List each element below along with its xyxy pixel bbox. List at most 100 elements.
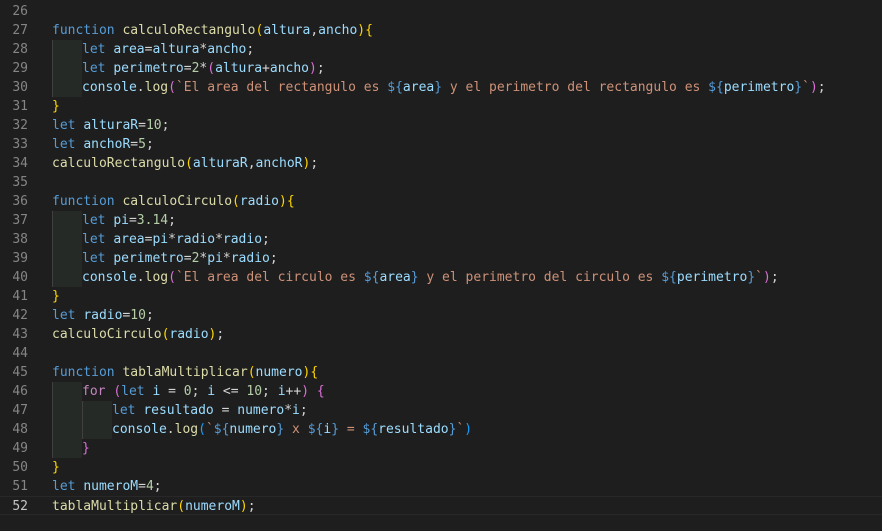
code-token: ;	[316, 61, 325, 76]
code-token: log	[144, 80, 169, 95]
code-line[interactable]: 48 console.log(`${numero} x ${i} = ${resu…	[0, 420, 882, 439]
code-text: console.log(`El area del rectangulo es $…	[82, 78, 826, 97]
code-token: (	[207, 61, 216, 76]
code-token: function	[52, 194, 115, 209]
code-text: let numeroM=4;	[52, 477, 162, 496]
code-line[interactable]: 52 tablaMultiplicar(numeroM);	[0, 496, 882, 515]
line-number: 41	[12, 289, 28, 304]
line-number: 37	[12, 213, 28, 228]
line-number: 43	[12, 327, 28, 342]
code-line[interactable]: 27 function calculoRectangulo(altura,anch…	[0, 21, 882, 40]
code-token: ;	[299, 403, 308, 418]
code-token: ;	[216, 327, 225, 342]
line-number: 36	[12, 194, 28, 209]
code-line[interactable]: 32 let alturaR=10;	[0, 116, 882, 135]
line-number: 40	[12, 270, 28, 285]
code-token: let	[52, 479, 76, 494]
indent-guide	[52, 382, 82, 401]
code-token: ;	[269, 251, 278, 266]
code-token: let	[82, 232, 106, 247]
code-token: <=	[215, 384, 247, 399]
code-token: .	[166, 422, 175, 437]
code-token: }	[52, 460, 60, 475]
code-token: *	[284, 403, 293, 418]
code-token: (	[113, 384, 122, 399]
code-token: {	[365, 23, 373, 38]
line-number: 48	[12, 422, 28, 437]
code-token: area	[113, 232, 145, 247]
code-token: (	[232, 194, 240, 209]
code-token: ;	[145, 308, 154, 323]
code-token: (	[198, 422, 206, 437]
code-token: console	[112, 422, 167, 437]
code-line[interactable]: 35	[0, 173, 882, 192]
code-token: let	[82, 213, 106, 228]
code-line[interactable]: 43 calculoCirculo(radio);	[0, 325, 882, 344]
code-line[interactable]: 42 let radio=10;	[0, 306, 882, 325]
code-line[interactable]: 39 let perimetro=2*pi*radio;	[0, 249, 882, 268]
code-line[interactable]: 38 let area=pi*radio*radio;	[0, 230, 882, 249]
code-token: .	[136, 80, 145, 95]
code-token: }	[331, 422, 340, 437]
line-number: 51	[12, 479, 28, 494]
code-line[interactable]: 49}	[0, 439, 882, 458]
code-line[interactable]: 41}	[0, 287, 882, 306]
code-line[interactable]: 30 console.log(`El area del rectangulo es…	[0, 78, 882, 97]
code-line[interactable]: 33 let anchoR=5;	[0, 135, 882, 154]
code-token: =	[138, 479, 146, 494]
code-token: x	[284, 422, 308, 437]
code-line[interactable]: 45 function tablaMultiplicar(numero){	[0, 363, 882, 382]
code-token: let	[52, 308, 76, 323]
code-line[interactable]: 31}	[0, 97, 882, 116]
code-token: )	[309, 61, 317, 76]
code-text: }	[52, 97, 60, 116]
code-token: radio	[239, 194, 279, 209]
code-line[interactable]: 47 let resultado = numero*i;	[0, 401, 882, 420]
code-token: ;	[262, 384, 278, 399]
code-line[interactable]: 26	[0, 2, 882, 21]
line-number: 27	[12, 23, 28, 38]
code-token: anchoR	[255, 156, 303, 171]
code-token: 10	[145, 118, 162, 133]
code-text: }	[52, 458, 60, 477]
code-line[interactable]: 51 let numeroM=4;	[0, 477, 882, 496]
code-token: ;	[246, 42, 255, 57]
code-token: =	[160, 384, 184, 399]
code-token: ancho	[207, 42, 247, 57]
code-token: ${	[362, 422, 379, 437]
code-token: area	[113, 42, 145, 57]
code-token: ;	[153, 479, 162, 494]
code-line[interactable]: 40 console.log(`El area del circulo es ${…	[0, 268, 882, 287]
code-token: ancho	[269, 61, 310, 76]
indent-guide	[52, 420, 82, 439]
line-number: 29	[12, 61, 28, 76]
code-token: ++	[285, 384, 302, 399]
code-token: log	[144, 270, 169, 285]
code-token: 10	[246, 384, 263, 399]
indent-guide	[52, 40, 82, 59]
code-token: pi	[113, 213, 129, 228]
code-line[interactable]: 50}	[0, 458, 882, 477]
code-line[interactable]: 44	[0, 344, 882, 363]
indent-guide	[52, 211, 82, 230]
line-number: 39	[12, 251, 28, 266]
code-token: ${	[307, 422, 324, 437]
code-token: tablaMultiplicar	[52, 499, 178, 514]
code-editor[interactable]: 26 27 function calculoRectangulo(altura,an…	[0, 0, 882, 531]
code-token: let	[52, 137, 76, 152]
code-token: perimetro	[723, 80, 795, 95]
code-token: radio	[230, 251, 270, 266]
code-line[interactable]: 34 calculoRectangulo(alturaR,anchoR);	[0, 154, 882, 173]
code-line[interactable]: 37 let pi=3.14;	[0, 211, 882, 230]
code-token: altura	[152, 42, 200, 57]
code-token: =	[339, 422, 363, 437]
code-text: let alturaR=10;	[52, 116, 169, 135]
code-line[interactable]: 46 for (let i = 0; i <= 10; i++) {	[0, 382, 882, 401]
code-line[interactable]: 29 let perimetro=2*(altura+ancho);	[0, 59, 882, 78]
code-line[interactable]: 36 function calculoCirculo(radio){	[0, 192, 882, 211]
code-token: i	[323, 422, 332, 437]
code-line[interactable]: 28 let area=altura*ancho;	[0, 40, 882, 59]
code-token: `El area del rectangulo es	[175, 80, 388, 95]
code-token: alturaR	[192, 156, 248, 171]
line-number: 50	[12, 460, 28, 475]
